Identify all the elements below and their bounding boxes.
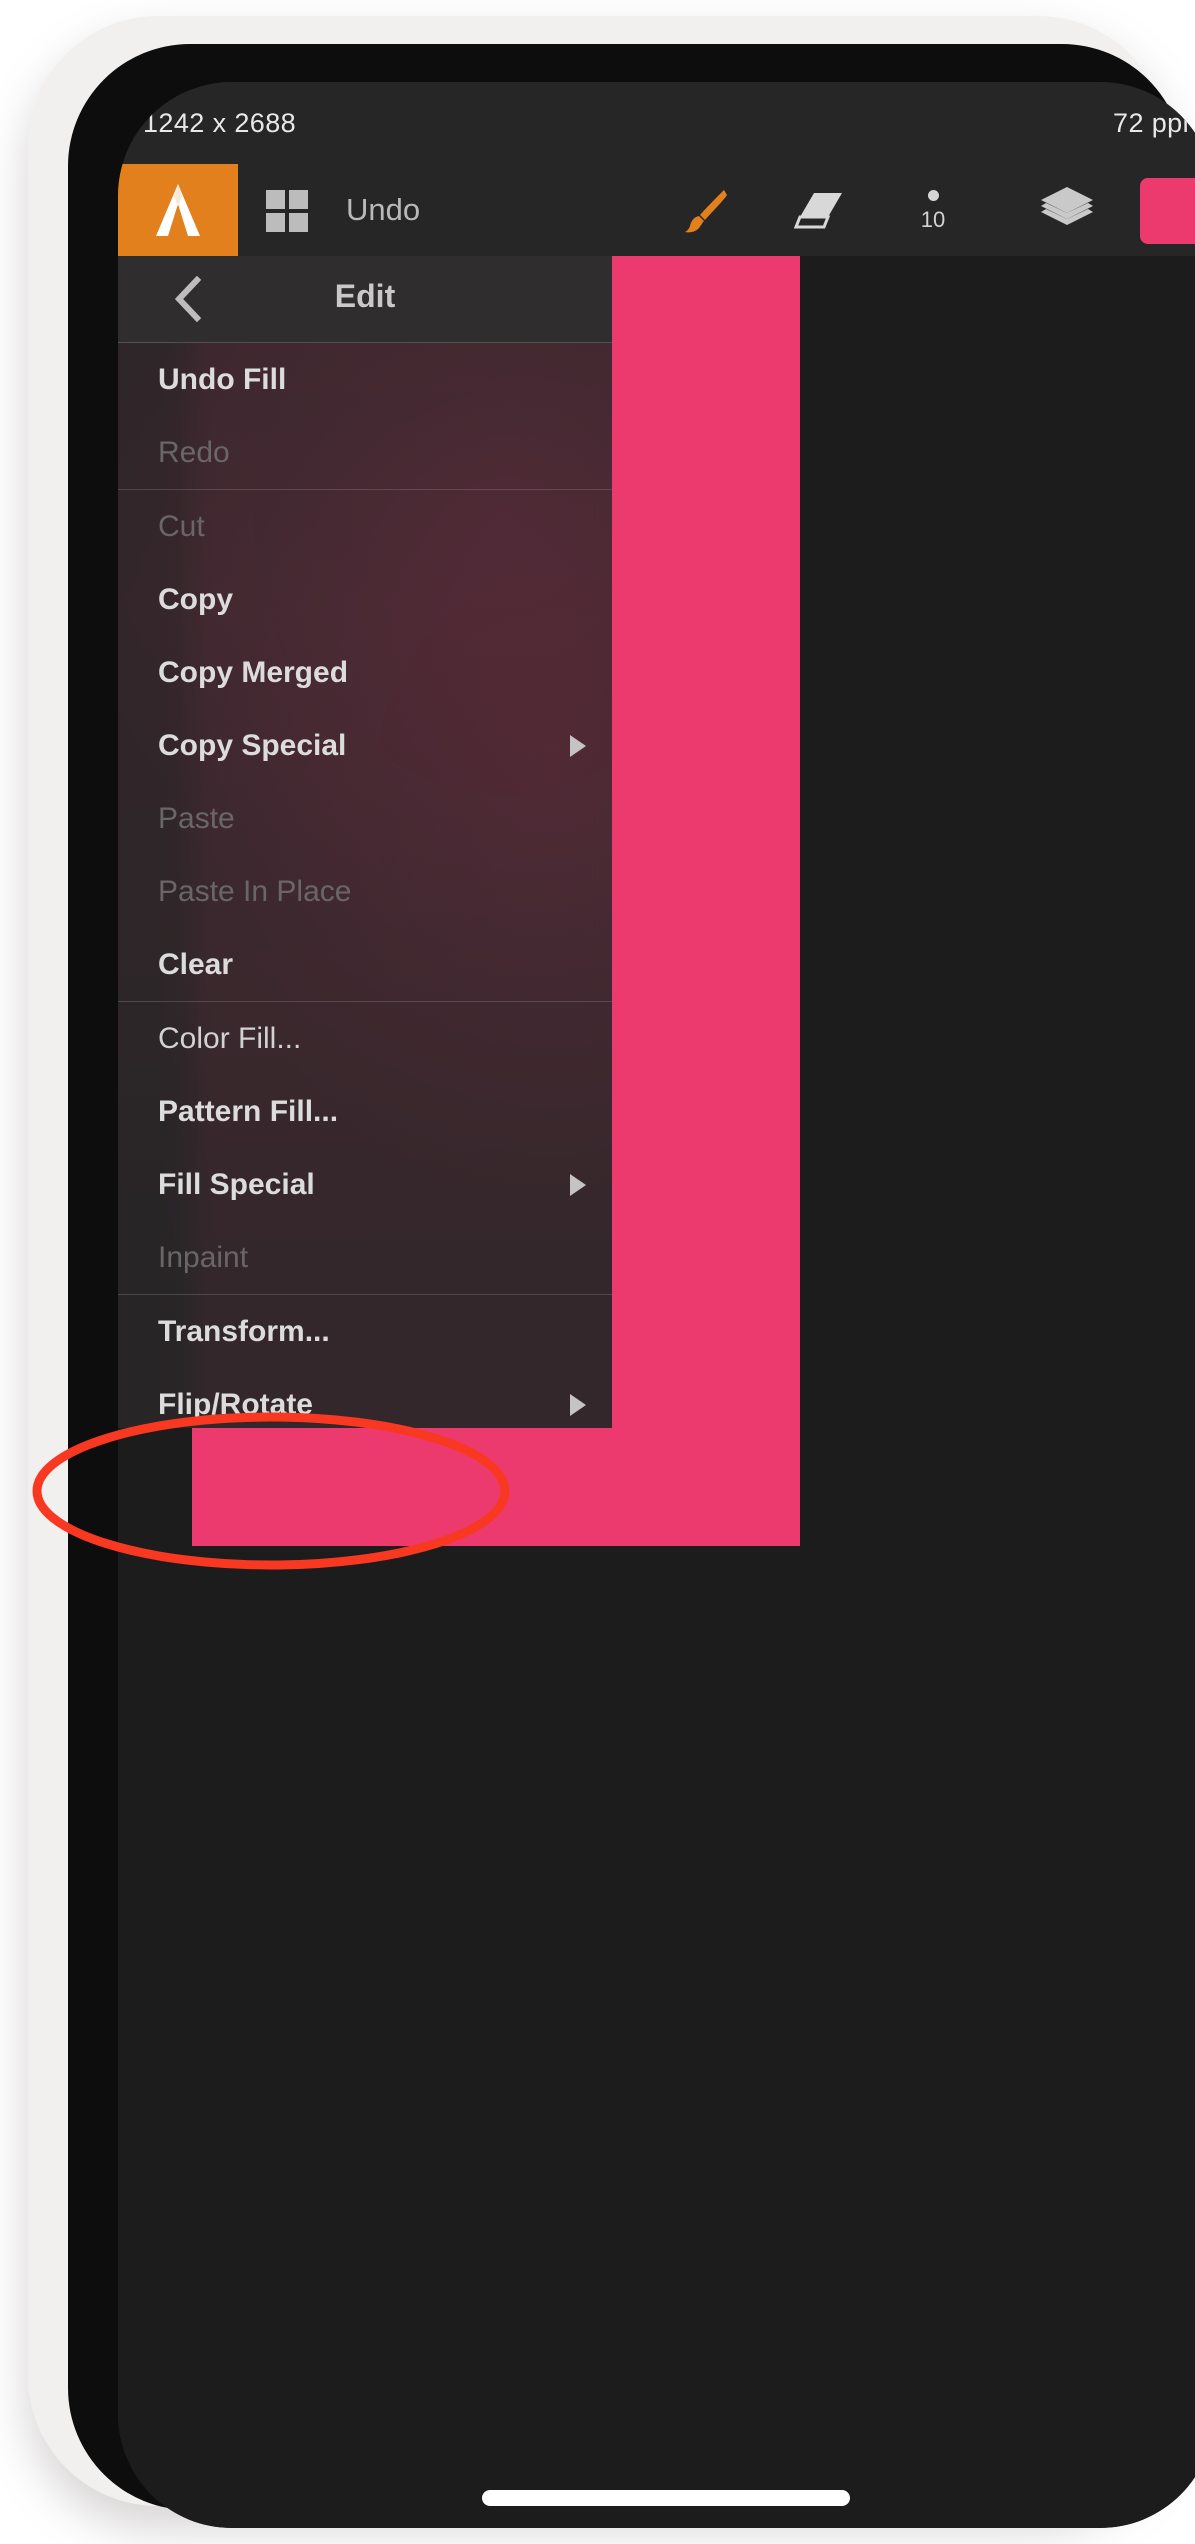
affinity-photo-logo-icon[interactable] [118, 164, 238, 256]
menu-item-pattern-fill[interactable]: Pattern Fill... [118, 1075, 612, 1148]
menu-item-redo: Redo [118, 416, 612, 489]
paintbrush-icon[interactable] [663, 164, 749, 256]
menu-item-color-fill[interactable]: Color Fill... [118, 1002, 612, 1075]
menu-item-label: Redo [158, 435, 230, 469]
menu-item-label: Copy Merged [158, 655, 349, 689]
menu-item-paste: Paste [118, 782, 612, 855]
menu-item-inpaint: Inpaint [118, 1221, 612, 1294]
triangle-right-icon [570, 1393, 586, 1416]
page-title: Edit [334, 278, 396, 314]
menu-item-label: Clear [158, 947, 234, 981]
triangle-right-icon [570, 1173, 586, 1196]
menu-item-label: Copy Special [158, 728, 347, 762]
document-size-label: 1242 x 2688 [143, 108, 297, 138]
color-swatch[interactable] [1140, 178, 1195, 244]
grid-square [289, 190, 308, 209]
layers-stack-icon[interactable] [1024, 164, 1110, 256]
menu-item-label: Transform... [158, 1314, 330, 1348]
menu-group: Cut Copy Copy Merged Copy Special Paste [118, 489, 612, 1001]
menu-item-paste-in-place: Paste In Place [118, 855, 612, 928]
menu-item-label: Cut [158, 509, 205, 543]
menu-item-label: Paste [158, 801, 235, 835]
menu-item-label: Paste In Place [158, 874, 352, 908]
menu-group: Color Fill... Pattern Fill... Fill Speci… [118, 1001, 612, 1294]
menu-item-clear[interactable]: Clear [118, 928, 612, 1001]
brush-size-control[interactable]: 10 [890, 164, 976, 256]
home-indicator [482, 2490, 850, 2506]
menu-item-copy-special[interactable]: Copy Special [118, 709, 612, 782]
menu-group: Transform... Flip/Rotate [118, 1294, 612, 1428]
menu-item-label: Flip/Rotate [158, 1387, 313, 1421]
app-toolbar: Undo 10 [118, 164, 1195, 256]
menu-group: Undo Fill Redo [118, 343, 612, 489]
edit-menu-panel: Edit Undo Fill Redo Cut Copy Copy Merged… [118, 256, 612, 1428]
grid-square [266, 190, 285, 209]
grid-square [266, 213, 285, 232]
menu-item-label: Undo Fill [158, 362, 287, 396]
menu-item-label: Copy [158, 582, 233, 616]
phone-bezel: 1242 x 2688 72 ppi Undo 10 Edit Undo Fil… [68, 44, 1195, 2528]
brush-size-dot-icon [927, 189, 939, 201]
menu-item-label: Color Fill... [158, 1021, 302, 1055]
grid-squares-icon[interactable] [266, 190, 308, 232]
menu-item-cut: Cut [118, 490, 612, 563]
phone-frame: 1242 x 2688 72 ppi Undo 10 Edit Undo Fil… [28, 16, 1195, 2528]
app-status-bar: 1242 x 2688 72 ppi [118, 82, 1195, 164]
undo-button[interactable]: Undo [346, 192, 420, 228]
eraser-icon[interactable] [778, 164, 864, 256]
brush-size-value: 10 [920, 206, 946, 232]
menu-item-flip-rotate[interactable]: Flip/Rotate [118, 1368, 612, 1428]
menu-item-label: Pattern Fill... [158, 1094, 339, 1128]
menu-item-transform[interactable]: Transform... [118, 1295, 612, 1368]
menu-item-label: Inpaint [158, 1240, 249, 1274]
phone-screen: 1242 x 2688 72 ppi Undo 10 Edit Undo Fil… [118, 82, 1195, 2528]
edit-menu-header: Edit [118, 256, 612, 343]
document-resolution-label: 72 ppi [1113, 108, 1189, 138]
menu-item-fill-special[interactable]: Fill Special [118, 1148, 612, 1221]
menu-item-copy-merged[interactable]: Copy Merged [118, 636, 612, 709]
grid-square [289, 213, 308, 232]
menu-item-undo-fill[interactable]: Undo Fill [118, 343, 612, 416]
triangle-right-icon [570, 734, 586, 757]
menu-item-copy[interactable]: Copy [118, 563, 612, 636]
menu-item-label: Fill Special [158, 1167, 315, 1201]
